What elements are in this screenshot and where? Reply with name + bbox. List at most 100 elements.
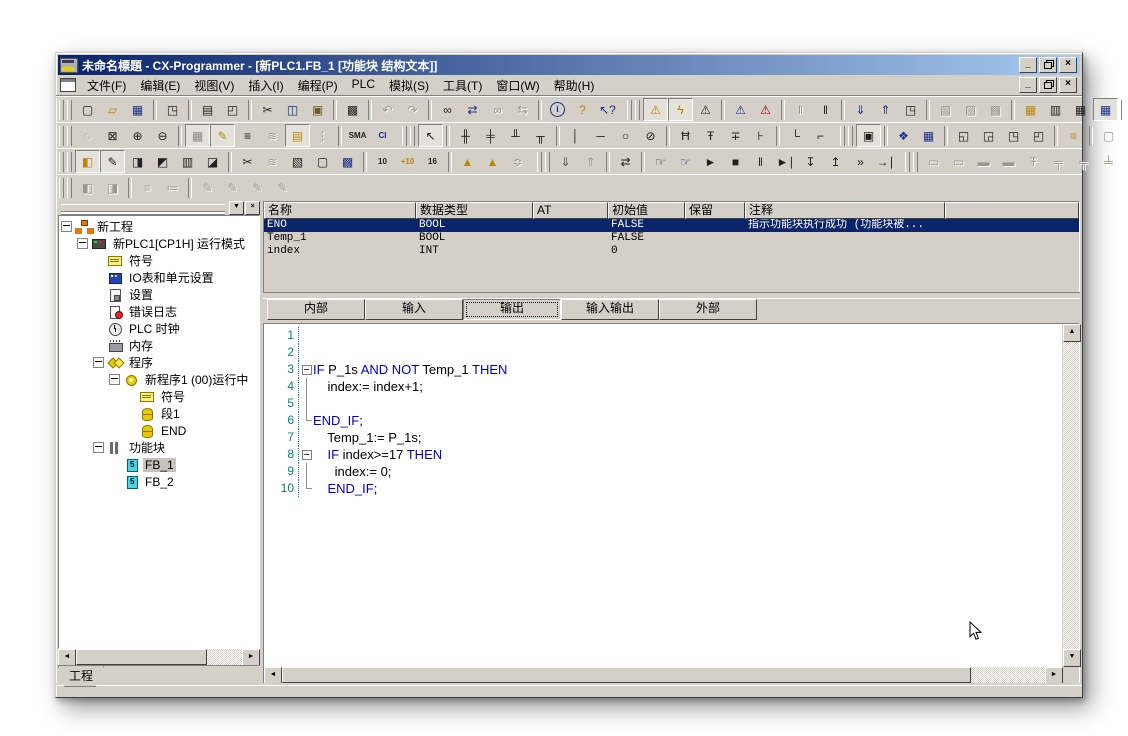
set-value-1-button[interactable]: ▲ [455,150,480,173]
run-mode-window-button[interactable]: ▣ [856,124,881,147]
column-header-3[interactable]: 初始值 [608,202,685,219]
workspace-close-button[interactable]: × [245,201,260,215]
tab-内部[interactable]: 内部 [267,299,365,320]
tree-item-9[interactable]: 新程序1 (00)运行中 [61,371,259,388]
workspace-grip[interactable] [61,204,225,212]
tab-输入输出[interactable]: 输入输出 [561,299,659,320]
workspace-dropdown-button[interactable]: ▼ [229,201,244,215]
column-header-4[interactable]: 保留 [685,202,745,219]
tree-item-6[interactable]: PLC 时钟 [61,320,259,337]
toolbar-grip[interactable] [848,126,853,146]
calendar-monitor-button[interactable]: ▦ [916,124,941,147]
context-help-button[interactable]: ↖? [595,98,620,121]
view-properties-button[interactable]: ◪ [200,150,225,173]
print-button[interactable]: ▤ [195,98,220,121]
menu-item-9[interactable]: 帮助(H) [547,75,602,96]
monitor-window-button[interactable]: ▦ [1068,98,1093,121]
edit-symbols-button[interactable]: ◱ [951,124,976,147]
fold-collapse-icon[interactable] [300,361,313,378]
paste-button[interactable]: ▣ [305,98,330,121]
mdi-minimize-button[interactable]: _ [1019,77,1037,93]
menu-item-3[interactable]: 插入(I) [241,75,290,96]
new-instruction-end-button[interactable]: ⊦ [748,124,773,147]
edit-rack-button[interactable]: ◳ [1001,124,1026,147]
column-header-1[interactable]: 数据类型 [416,202,533,219]
fold-collapse-icon[interactable] [300,446,313,463]
toolbar-grip[interactable] [59,152,64,172]
show-grid-button[interactable]: ▦ [185,124,210,147]
toolbar-grip[interactable] [410,126,415,146]
zoom-hand-button[interactable]: ▧ [285,150,310,173]
address-reference-button[interactable]: ⇄ [460,98,485,121]
help-button[interactable]: ? [570,98,595,121]
new-instruction-button[interactable]: Ħ [673,124,698,147]
new-coil-button[interactable]: ○ [613,124,638,147]
view-symbols-button[interactable]: ◨ [125,150,150,173]
download-to-plc-button[interactable]: ⇓ [848,98,873,121]
toolbar-grip[interactable] [402,126,407,146]
tree-item-10[interactable]: 符号 [61,388,259,405]
tree-collapse-icon[interactable] [61,221,72,232]
tree-item-1[interactable]: 新PLC1[CP1H] 运行模式 [61,235,259,252]
editor-scroll-up-button[interactable]: ▲ [1063,324,1081,342]
mdi-document-icon[interactable] [60,78,76,92]
edit-settings-button[interactable]: ◰ [1026,124,1051,147]
table-row[interactable]: ENOBOOLFALSE指示功能块执行成功 (功能块被... [264,219,1079,232]
menu-item-2[interactable]: 视图(V) [187,75,241,96]
column-header-0[interactable]: 名称 [264,202,416,219]
tree-item-4[interactable]: 设置 [61,286,259,303]
tab-输入[interactable]: 输入 [365,299,463,320]
simulation-run-button[interactable]: ► [698,150,723,173]
mnemonic-view-button[interactable]: SMA [345,124,370,147]
tree-item-15[interactable]: FB_2 [61,473,259,490]
new-closed-contact-button[interactable]: ╪ [478,124,503,147]
column-header-5[interactable]: 注释 [745,202,945,219]
toolbar-grip[interactable] [59,178,64,198]
stack-monitor-button[interactable]: ❖ [891,124,916,147]
column-header-2[interactable]: AT [533,202,608,219]
minimize-button[interactable]: _ [1019,57,1037,73]
view-mnemonic-button[interactable]: ✎ [100,150,125,173]
tree-item-13[interactable]: 功能块 [61,439,259,456]
tree-collapse-icon[interactable] [109,374,120,385]
open-file-button[interactable]: ▱ [100,98,125,121]
watch-window-button[interactable]: ▦ [1018,98,1043,121]
paste-program-button[interactable]: ▩ [340,98,365,121]
tree-item-11[interactable]: 段1 [61,405,259,422]
simulation-stop-button[interactable]: ■ [723,150,748,173]
compile-button[interactable]: ◳ [160,98,185,121]
toolbar-grip[interactable] [840,126,845,146]
work-online-simulator-button[interactable]: ⚠ [728,98,753,121]
tree-collapse-icon[interactable] [93,442,104,453]
toolbar-grip[interactable] [67,100,72,120]
menu-item-4[interactable]: 编程(P) [291,75,345,96]
online-edit-button[interactable]: ☞ [648,150,673,173]
rung-annotation-button[interactable]: ▤ [285,124,310,147]
new-contact-button[interactable]: ╫ [453,124,478,147]
line-corner-button[interactable]: └ [783,124,808,147]
menu-item-1[interactable]: 编辑(E) [133,75,187,96]
monitor-window-active-button[interactable]: ▦ [1093,98,1118,121]
menu-item-0[interactable]: 文件(F) [80,75,133,96]
st-code-area[interactable]: 123IF P_1s AND NOT Temp_1 THEN4 index:= … [264,324,1062,667]
run-to-break-button[interactable]: →∣ [873,150,898,173]
view-diagram-button[interactable]: ◧ [75,150,100,173]
tree-item-14[interactable]: FB_1 [61,456,259,473]
editor-hscroll-track[interactable] [282,667,1045,683]
toolbar-grip[interactable] [67,152,72,172]
work-online-button[interactable]: ⚠ [643,98,668,121]
cut-button[interactable]: ✂ [255,98,280,121]
table-row[interactable]: Temp_1BOOLFALSE [264,232,1079,245]
tree-item-5[interactable]: 错误日志 [61,303,259,320]
find-button[interactable]: ∞ [435,98,460,121]
copy-button[interactable]: ◫ [280,98,305,121]
new-closed-coil-button[interactable]: ⊘ [638,124,663,147]
clipboard-view-button[interactable]: ▢ [310,150,335,173]
tree-item-3[interactable]: IO表和单元设置 [61,269,259,286]
new-contact-up-button[interactable]: ╨ [503,124,528,147]
toolbar-grip[interactable] [545,152,550,172]
tree-scroll-thumb[interactable] [76,649,207,665]
menu-item-5[interactable]: PLC [345,75,382,96]
menu-item-7[interactable]: 工具(T) [436,75,489,96]
table-row[interactable]: indexINT0 [264,245,1079,258]
